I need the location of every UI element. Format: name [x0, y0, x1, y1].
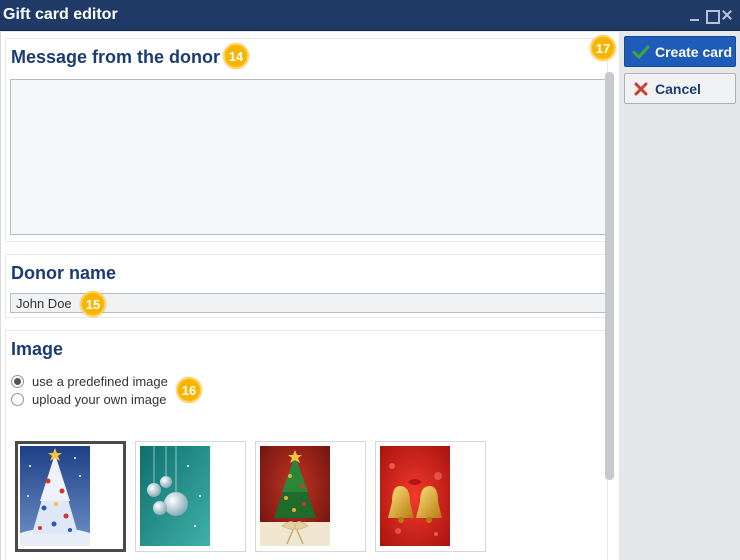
golden-bells-image	[380, 446, 450, 546]
tree-ribbon-image	[260, 446, 330, 546]
radio-upload-image[interactable]: upload your own image	[11, 392, 166, 407]
message-panel: Message from the donor	[5, 38, 610, 242]
create-card-button[interactable]: Create card	[624, 36, 736, 67]
callout-badge-donor: 15	[80, 291, 106, 317]
close-icon[interactable]	[721, 8, 733, 22]
radio-button-checked[interactable]	[11, 375, 24, 388]
radio-predefined-image[interactable]: use a predefined image	[11, 374, 168, 389]
minimize-icon[interactable]	[689, 8, 701, 22]
gift-card-editor-window: Gift card editor Message from the donor …	[0, 0, 740, 560]
callout-badge-message: 14	[223, 43, 249, 69]
image-heading: Image	[11, 339, 64, 359]
title-bar: Gift card editor	[0, 0, 740, 31]
checkmark-icon	[632, 43, 650, 61]
radio-button-unchecked[interactable]	[11, 393, 24, 406]
radio-upload-label: upload your own image	[32, 392, 167, 407]
callout-badge-image: 16	[176, 377, 202, 403]
image-thumbnail-christmas-tree-snow[interactable]	[15, 441, 126, 552]
create-card-label: Create card	[655, 43, 733, 60]
cancel-label: Cancel	[655, 80, 701, 97]
x-icon	[632, 80, 650, 98]
vertical-scrollbar[interactable]	[605, 72, 614, 480]
image-thumbnail-teal-baubles[interactable]	[135, 441, 246, 552]
image-panel: Image use a predefined image upload your…	[5, 330, 608, 560]
image-thumbnail-tree-ribbon[interactable]	[255, 441, 366, 552]
message-heading: Message from the donor	[11, 47, 221, 67]
teal-baubles-image	[140, 446, 210, 546]
maximize-icon[interactable]	[705, 8, 720, 24]
image-thumbnail-golden-bells[interactable]	[375, 441, 486, 552]
radio-predefined-label: use a predefined image	[32, 374, 168, 389]
callout-badge-actions: 17	[590, 35, 616, 61]
snow-tree-image	[20, 446, 90, 546]
window-title: Gift card editor	[3, 6, 118, 23]
cancel-button[interactable]: Cancel	[624, 73, 736, 104]
message-textarea[interactable]	[10, 79, 610, 235]
donor-heading: Donor name	[11, 263, 117, 283]
